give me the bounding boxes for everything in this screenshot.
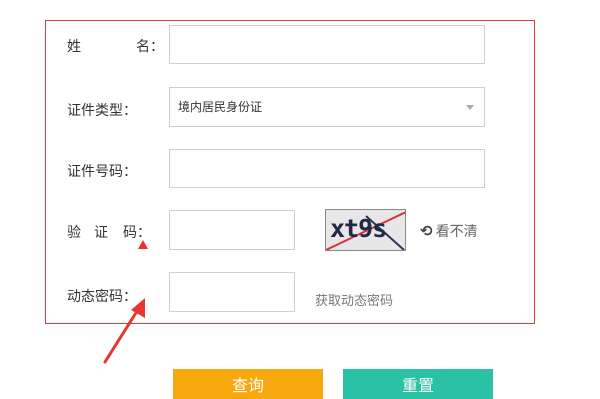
- dynamic-code-input[interactable]: [169, 272, 295, 312]
- captcha-label-char-2: 证: [94, 225, 108, 241]
- captcha-label-char-3: 码：: [123, 225, 151, 241]
- arrow-annotation-icon: [103, 298, 145, 364]
- refresh-label: 看不清: [435, 224, 478, 240]
- name-label-last: 名：: [136, 39, 164, 55]
- name-input[interactable]: [169, 25, 485, 64]
- id-type-label: 证件类型：: [67, 103, 137, 119]
- required-marker-icon: [138, 240, 148, 249]
- captcha-input[interactable]: [169, 210, 295, 250]
- name-label-first: 姓: [67, 39, 81, 55]
- refresh-captcha-button[interactable]: ⟲ 看不清: [420, 221, 478, 241]
- query-button[interactable]: 查询: [173, 369, 323, 399]
- query-form-page: 姓 名： 证件类型： 境内居民身份证 证件号码： 验 证 码： xt9s ⟲ 看…: [0, 0, 600, 399]
- captcha-image[interactable]: xt9s: [325, 209, 406, 251]
- captcha-label-char-1: 验: [67, 225, 81, 241]
- captcha-text: xt9s: [330, 214, 387, 243]
- id-type-select[interactable]: 境内居民身份证: [169, 87, 485, 127]
- get-dynamic-code-link[interactable]: 获取动态密码: [315, 290, 393, 309]
- id-number-label: 证件号码：: [67, 164, 137, 180]
- reset-button[interactable]: 重置: [343, 369, 493, 399]
- id-number-input[interactable]: [169, 149, 485, 188]
- name-label: 姓 名：: [67, 36, 164, 56]
- refresh-icon: ⟲: [420, 222, 433, 240]
- id-type-selected-value: 境内居民身份证: [178, 100, 263, 114]
- chevron-down-icon: [466, 105, 474, 110]
